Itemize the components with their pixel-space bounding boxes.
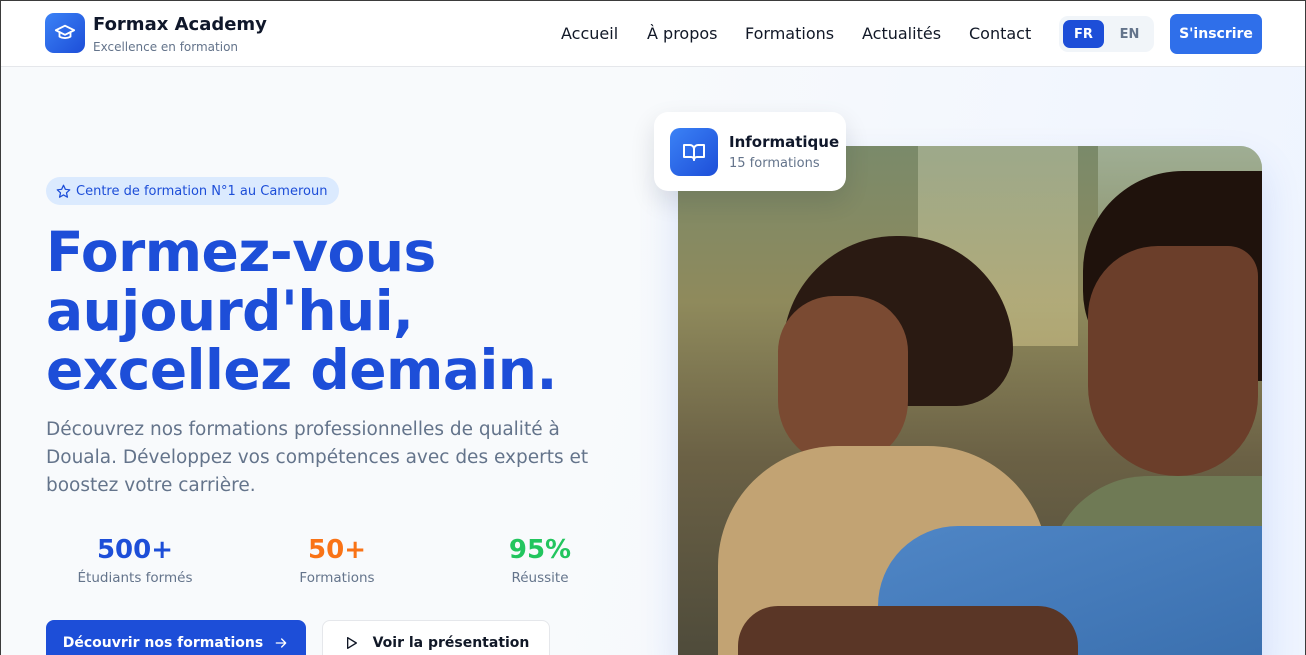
discover-formations-button[interactable]: Découvrir nos formations [46,620,306,655]
hero-photo [678,146,1262,655]
discover-formations-label: Découvrir nos formations [62,635,264,651]
star-icon [56,184,71,198]
nav-item-contact[interactable]: Contact [969,24,1031,43]
stat-value: 95% [508,535,572,565]
stat-success: 95% Réussite [450,534,630,586]
site-header: Formax Academy Excellence en formation A… [1,1,1305,67]
hero-section: Centre de formation N°1 au Cameroun Form… [1,67,1305,655]
stat-label: Formations [299,570,375,586]
brand-tagline: Excellence en formation [93,40,239,54]
watch-presentation-button[interactable]: Voir la présentation [322,620,550,655]
nav-item-actualites[interactable]: Actualités [862,24,941,43]
lang-fr-button[interactable]: FR [1063,20,1104,48]
lang-en-button[interactable]: EN [1109,20,1150,48]
nav-item-a-propos[interactable]: À propos [647,24,717,43]
watch-presentation-label: Voir la présentation [372,635,530,651]
arrow-right-icon [275,638,287,648]
stat-formations: 50+ Formations [247,534,427,586]
book-open-icon [683,144,705,161]
hero-description: Découvrez nos formations professionnelle… [46,419,589,496]
hero-badge: Centre de formation N°1 au Cameroun [46,177,340,205]
card-icon-box [670,128,718,176]
stat-students: 500+ Étudiants formés [45,534,225,586]
stat-label: Réussite [511,570,569,586]
hero-title-line: Formez-vous [46,220,436,284]
category-card[interactable]: Informatique 15 formations [654,112,846,191]
hero-title-line: excellez demain. [46,338,557,402]
nav-item-accueil[interactable]: Accueil [561,24,618,43]
card-subtitle: 15 formations [729,156,820,171]
stat-label: Étudiants formés [77,570,193,586]
brand-name[interactable]: Formax Academy [93,14,267,35]
graduation-cap-icon [54,24,76,39]
nav-item-formations[interactable]: Formations [745,24,834,43]
language-switcher: FR EN [1059,16,1154,52]
hero-badge-label: Centre de formation N°1 au Cameroun [76,183,328,199]
signup-button[interactable]: S'inscrire [1170,14,1262,54]
hero-title: Formez-vous aujourd'hui, excellez demain… [46,223,646,400]
card-title: Informatique [729,133,840,151]
stat-value: 50+ [308,535,366,565]
hero-title-line: aujourd'hui, [46,279,414,343]
stat-value: 500+ [96,535,174,565]
logo[interactable] [45,13,85,53]
play-icon [346,637,357,649]
